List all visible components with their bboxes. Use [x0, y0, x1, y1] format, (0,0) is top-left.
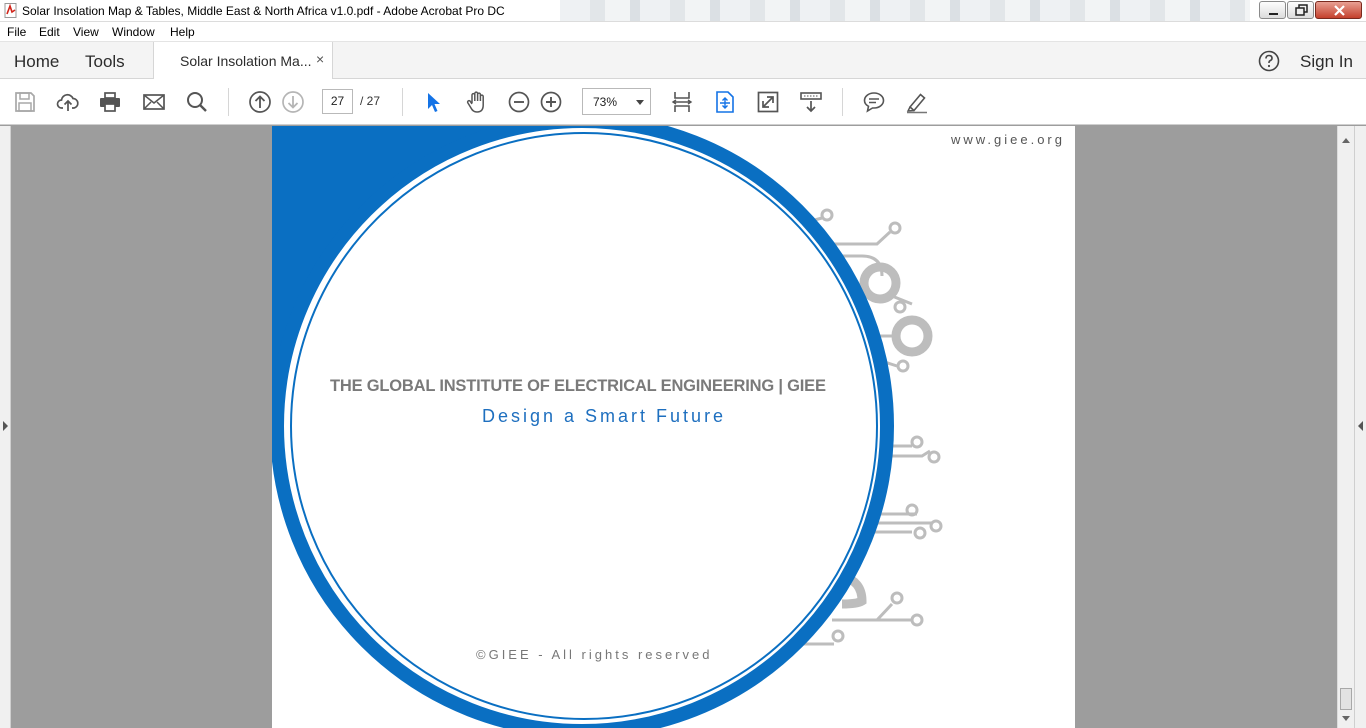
full-screen-icon — [757, 91, 779, 113]
toolbar-separator — [228, 88, 229, 116]
zoom-in-button[interactable] — [539, 90, 563, 114]
acrobat-app-icon — [4, 3, 17, 18]
zoom-out-icon — [508, 91, 530, 113]
scroll-down-icon[interactable] — [1342, 716, 1350, 721]
tab-home[interactable]: Home — [14, 52, 59, 72]
full-screen-button[interactable] — [756, 90, 780, 114]
expand-right-icon — [3, 421, 8, 431]
tab-bar: Home Tools Solar Insolation Ma... × Sign… — [0, 42, 1366, 80]
upload-cloud-icon — [56, 93, 79, 111]
title-bar: Solar Insolation Map & Tables, Middle Ea… — [0, 0, 1366, 22]
select-arrow-icon — [428, 93, 440, 112]
search-icon — [187, 92, 207, 112]
vertical-scrollbar[interactable] — [1337, 126, 1354, 728]
hand-tool-button[interactable] — [464, 90, 488, 114]
page-tagline: Design a Smart Future — [482, 406, 727, 426]
print-button[interactable] — [98, 90, 122, 114]
page-heading: THE GLOBAL INSTITUTE OF ELECTRICAL ENGIN… — [330, 377, 826, 395]
right-panel-toggle[interactable] — [1354, 126, 1366, 728]
left-panel-toggle[interactable] — [0, 126, 11, 728]
email-button[interactable] — [142, 90, 166, 114]
find-button[interactable] — [185, 90, 209, 114]
email-icon — [143, 94, 165, 110]
document-viewer[interactable]: www.giee.org THE GLOBAL INSTITUTE OF ELE… — [0, 126, 1366, 728]
hand-tool-icon — [466, 91, 484, 113]
window-title: Solar Insolation Map & Tables, Middle Ea… — [22, 4, 505, 18]
next-page-icon — [282, 91, 304, 113]
previous-page-icon — [249, 91, 271, 113]
select-tool-button[interactable] — [421, 90, 445, 114]
chevron-down-icon — [636, 100, 644, 105]
scroll-mode-button[interactable] — [713, 90, 737, 114]
zoom-in-icon — [540, 91, 562, 113]
document-tab-label: Solar Insolation Ma... — [180, 53, 312, 69]
pdf-page: www.giee.org THE GLOBAL INSTITUTE OF ELE… — [272, 126, 1075, 728]
read-mode-icon — [800, 92, 822, 113]
close-icon — [1334, 5, 1345, 16]
comment-button[interactable] — [862, 90, 886, 114]
print-icon — [100, 92, 120, 112]
help-icon[interactable] — [1258, 50, 1280, 72]
previous-page-button[interactable] — [248, 90, 272, 114]
scrollbar-thumb[interactable] — [1340, 688, 1352, 710]
menu-help[interactable]: Help — [170, 25, 195, 39]
menu-view[interactable]: View — [73, 25, 99, 39]
tab-document[interactable]: Solar Insolation Ma... × — [153, 42, 333, 80]
page-number-input[interactable]: 27 — [322, 89, 353, 114]
read-mode-button[interactable] — [799, 90, 823, 114]
fit-page-button[interactable] — [670, 90, 694, 114]
menu-file[interactable]: File — [7, 25, 26, 39]
save-icon — [15, 92, 35, 112]
sign-in-link[interactable]: Sign In — [1300, 52, 1353, 72]
restore-icon — [1295, 4, 1308, 16]
website-url[interactable]: www.giee.org — [951, 132, 1065, 147]
zoom-dropdown[interactable]: 73% — [582, 88, 651, 115]
upload-button[interactable] — [56, 90, 80, 114]
page-copyright: ©GIEE - All rights reserved — [476, 647, 713, 662]
restore-button[interactable] — [1287, 1, 1314, 19]
minimize-icon — [1269, 13, 1278, 15]
toolbar: 27 / 27 73% — [0, 79, 1366, 125]
title-bar-background — [560, 0, 1250, 21]
page-cover-art — [272, 126, 943, 728]
comment-icon — [863, 92, 885, 113]
blue-ring — [272, 126, 894, 728]
zoom-out-button[interactable] — [507, 90, 531, 114]
expand-left-icon — [1358, 421, 1363, 431]
toolbar-separator — [842, 88, 843, 116]
close-tab-icon[interactable]: × — [316, 51, 324, 67]
toolbar-separator — [402, 88, 403, 116]
highlight-pen-icon — [906, 93, 927, 114]
minimize-button[interactable] — [1259, 1, 1286, 19]
scroll-mode-icon — [716, 91, 734, 113]
next-page-button[interactable] — [281, 90, 305, 114]
scroll-up-icon[interactable] — [1342, 138, 1350, 143]
menu-edit[interactable]: Edit — [39, 25, 60, 39]
highlight-button[interactable] — [905, 90, 929, 114]
page-total: / 27 — [360, 94, 381, 108]
fit-page-icon — [671, 92, 693, 112]
zoom-value: 73% — [593, 95, 618, 109]
close-window-button[interactable] — [1315, 1, 1362, 19]
menu-window[interactable]: Window — [112, 25, 155, 39]
tab-tools[interactable]: Tools — [85, 52, 125, 72]
save-button[interactable] — [13, 90, 37, 114]
menu-bar: File Edit View Window Help — [0, 22, 1366, 42]
